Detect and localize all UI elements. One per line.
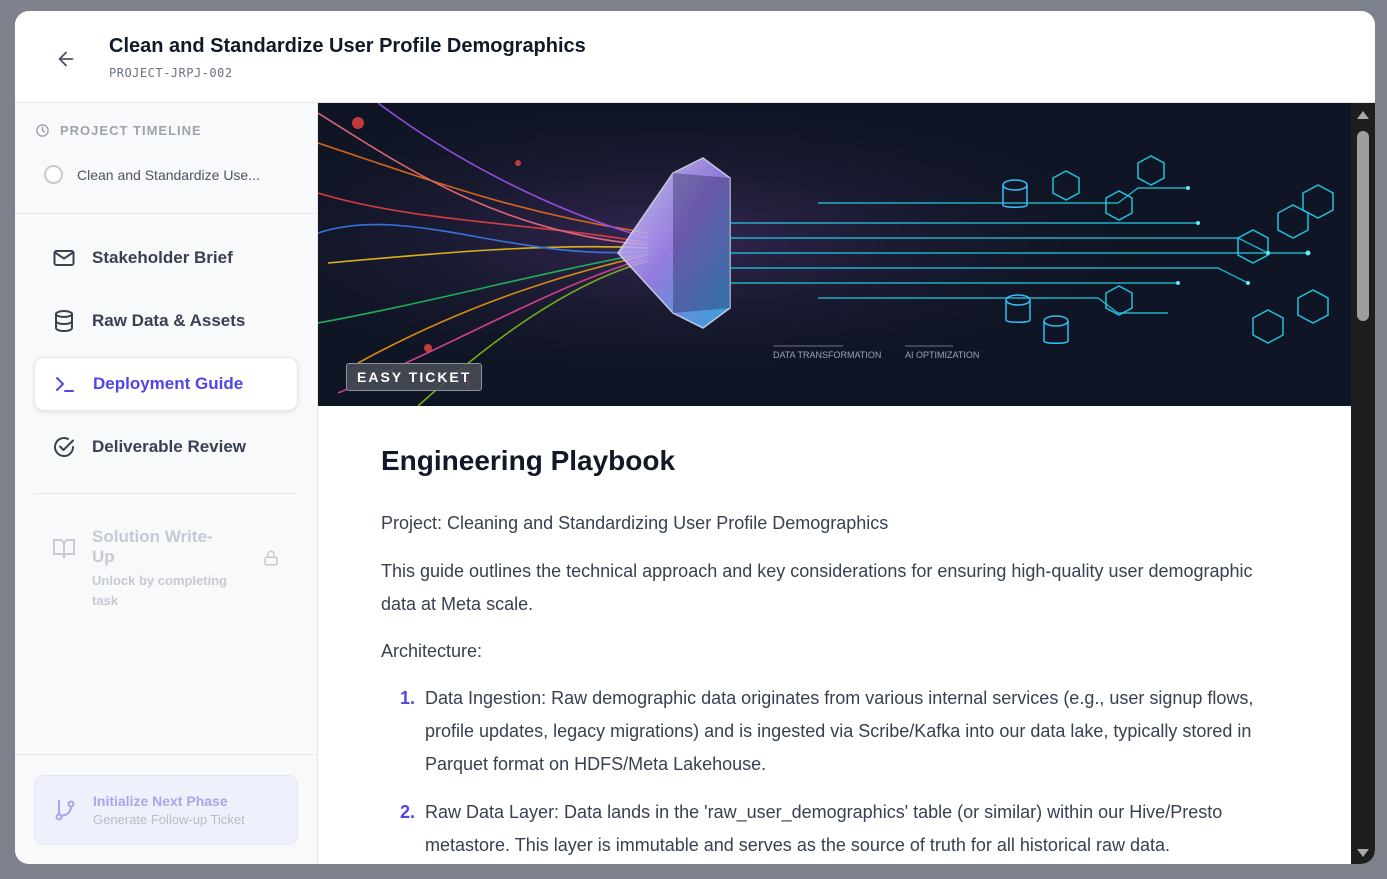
page-title: Clean and Standardize User Profile Demog… bbox=[109, 35, 586, 57]
list-number: 2. bbox=[399, 802, 415, 822]
banner-label-left: DATA TRANSFORMATION bbox=[773, 350, 881, 360]
locked-solution-writeup: Solution Write-Up Unlock by completing t… bbox=[34, 527, 298, 608]
timeline-heading-label: PROJECT TIMELINE bbox=[60, 123, 202, 138]
list-number: 1. bbox=[399, 688, 415, 708]
mail-icon bbox=[53, 250, 75, 266]
architecture-list: 1. Data Ingestion: Raw demographic data … bbox=[381, 682, 1281, 862]
next-phase-subtitle: Generate Follow-up Ticket bbox=[93, 812, 245, 827]
scrollbar[interactable] bbox=[1351, 103, 1375, 864]
sidebar: PROJECT TIMELINE Clean and Standardize U… bbox=[15, 103, 318, 864]
nav-label: Deployment Guide bbox=[93, 374, 244, 393]
divider bbox=[15, 213, 317, 214]
sidebar-footer: Initialize Next Phase Generate Follow-up… bbox=[15, 754, 317, 864]
scrollbar-thumb[interactable] bbox=[1357, 131, 1369, 321]
locked-title: Solution Write-Up bbox=[92, 527, 213, 566]
playbook-content: Engineering Playbook Project: Cleaning a… bbox=[381, 445, 1281, 864]
timeline-item[interactable]: Clean and Standardize Use... bbox=[44, 165, 260, 184]
nav-label: Raw Data & Assets bbox=[92, 311, 246, 330]
initialize-next-phase-button[interactable]: Initialize Next Phase Generate Follow-up… bbox=[34, 775, 298, 845]
back-button[interactable] bbox=[51, 44, 81, 74]
locked-subtitle: Unlock by completing task bbox=[92, 573, 228, 608]
main-content: DATA TRANSFORMATION AI OPTIMIZATION EASY… bbox=[318, 103, 1351, 864]
project-code: PROJECT-JRPJ-002 bbox=[109, 66, 233, 80]
next-phase-title: Initialize Next Phase bbox=[93, 793, 228, 809]
project-line: Project: Cleaning and Standardizing User… bbox=[381, 513, 889, 533]
app-window: Clean and Standardize User Profile Demog… bbox=[15, 11, 1375, 864]
clock-icon bbox=[36, 124, 49, 137]
arrow-left-icon bbox=[58, 51, 74, 67]
git-branch-icon bbox=[55, 800, 75, 821]
nav-raw-data-assets[interactable]: Raw Data & Assets bbox=[34, 294, 298, 348]
book-icon bbox=[53, 539, 75, 558]
timeline-item-label: Clean and Standardize Use... bbox=[77, 166, 260, 183]
banner-label-right: AI OPTIMIZATION bbox=[905, 350, 979, 360]
difficulty-badge: EASY TICKET bbox=[346, 363, 483, 391]
intro-paragraph: This guide outlines the technical approa… bbox=[381, 561, 1253, 614]
list-text: Data Ingestion: Raw demographic data ori… bbox=[425, 688, 1254, 774]
list-item: 2. Raw Data Layer: Data lands in the 'ra… bbox=[381, 796, 1281, 862]
check-circle-icon bbox=[54, 437, 74, 457]
database-icon bbox=[55, 310, 73, 333]
nav-deliverable-review[interactable]: Deliverable Review bbox=[34, 420, 298, 474]
header: Clean and Standardize User Profile Demog… bbox=[15, 11, 1375, 103]
terminal-icon bbox=[56, 377, 74, 392]
divider bbox=[34, 493, 298, 494]
architecture-label: Architecture: bbox=[381, 641, 483, 661]
nav-deployment-guide[interactable]: Deployment Guide bbox=[34, 357, 298, 411]
content-heading: Engineering Playbook bbox=[381, 445, 676, 476]
banner-image: DATA TRANSFORMATION AI OPTIMIZATION EASY… bbox=[318, 103, 1351, 406]
timeline-heading: PROJECT TIMELINE bbox=[35, 123, 202, 138]
nav-label: Stakeholder Brief bbox=[92, 248, 233, 267]
list-item: 1. Data Ingestion: Raw demographic data … bbox=[381, 682, 1281, 781]
list-text: Raw Data Layer: Data lands in the 'raw_u… bbox=[425, 802, 1223, 855]
scroll-up-icon[interactable] bbox=[1357, 111, 1369, 119]
scroll-down-icon[interactable] bbox=[1357, 849, 1369, 857]
timeline-dot-icon bbox=[44, 165, 63, 184]
banner-illustration: DATA TRANSFORMATION AI OPTIMIZATION bbox=[318, 103, 1351, 406]
nav-label: Deliverable Review bbox=[92, 437, 247, 456]
nav-stakeholder-brief[interactable]: Stakeholder Brief bbox=[34, 231, 298, 285]
lock-icon bbox=[264, 550, 278, 566]
